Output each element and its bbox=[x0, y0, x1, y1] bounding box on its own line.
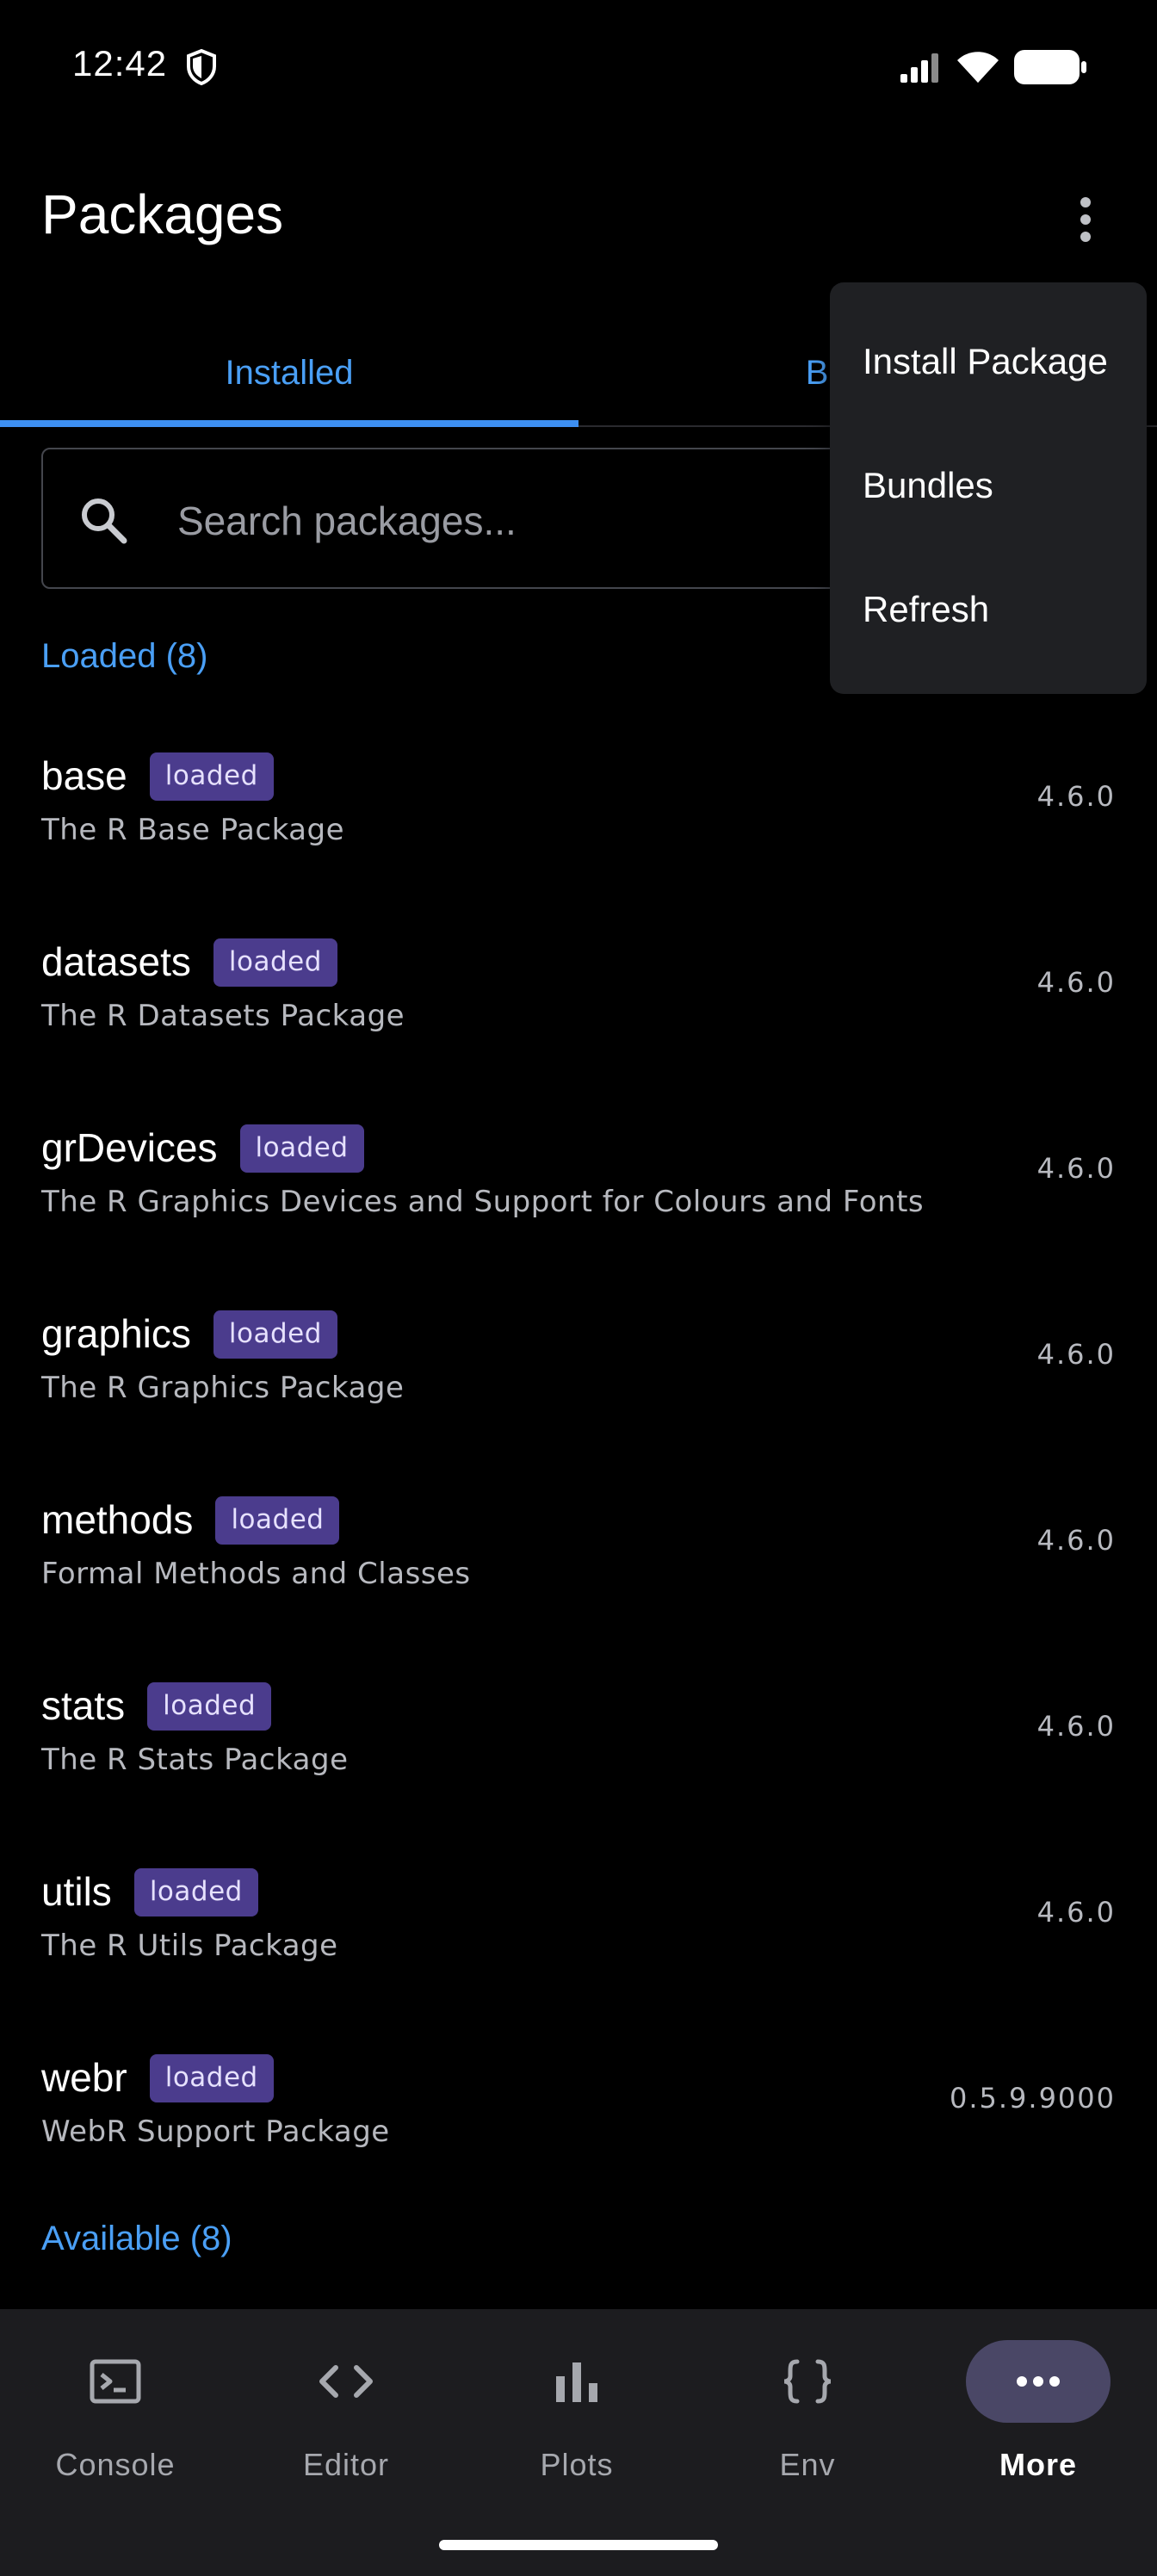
package-description: WebR Support Package bbox=[41, 2115, 390, 2149]
status-bar: 12:42 bbox=[0, 0, 1157, 138]
loaded-badge: loaded bbox=[215, 1496, 340, 1545]
package-row-webr[interactable]: webr loaded WebR Support Package 0.5.9.90… bbox=[0, 2025, 1157, 2211]
package-version: 4.6.0 bbox=[1036, 1710, 1116, 1743]
nav-item-console[interactable]: Console bbox=[0, 2340, 231, 2512]
package-row-grdevices[interactable]: grDevices loaded The R Graphics Devices a… bbox=[0, 1095, 1157, 1281]
battery-icon bbox=[1014, 50, 1086, 84]
loaded-badge: loaded bbox=[213, 1310, 337, 1359]
search-icon bbox=[82, 498, 127, 544]
menu-item-refresh[interactable]: Refresh bbox=[830, 548, 1147, 672]
package-row-base[interactable]: base loaded The R Base Package 4.6.0 bbox=[0, 723, 1157, 909]
package-version: 4.6.0 bbox=[1036, 1524, 1116, 1557]
overflow-menu-button[interactable] bbox=[1055, 189, 1116, 250]
nav-icon-container bbox=[735, 2340, 880, 2423]
bar-chart-icon bbox=[556, 2362, 597, 2402]
nav-label: Editor bbox=[302, 2447, 390, 2482]
tab-installed[interactable]: Installed bbox=[0, 320, 578, 425]
package-description: The R Base Package bbox=[41, 813, 345, 847]
package-name: utils bbox=[41, 1869, 112, 1914]
package-version: 4.6.0 bbox=[1036, 1896, 1116, 1929]
package-version: 4.6.0 bbox=[1036, 780, 1116, 813]
package-description: The R Datasets Package bbox=[41, 999, 405, 1033]
package-row-datasets[interactable]: datasets loaded The R Datasets Package 4.… bbox=[0, 909, 1157, 1095]
package-description: The R Graphics Package bbox=[41, 1371, 405, 1405]
signal-icon bbox=[900, 53, 938, 83]
status-time: 12:42 bbox=[72, 43, 168, 84]
home-indicator[interactable] bbox=[439, 2540, 718, 2550]
nav-item-env[interactable]: Env bbox=[692, 2340, 923, 2512]
more-vertical-icon bbox=[1080, 197, 1091, 242]
package-row-methods[interactable]: methods loaded Formal Methods and Classes… bbox=[0, 1467, 1157, 1653]
page-title: Packages bbox=[41, 183, 284, 245]
package-row-stats[interactable]: stats loaded The R Stats Package 4.6.0 bbox=[0, 1653, 1157, 1839]
package-version: 4.6.0 bbox=[1036, 1338, 1116, 1371]
nav-icon-container bbox=[274, 2340, 418, 2423]
loaded-badge: loaded bbox=[149, 752, 274, 801]
package-name: stats bbox=[41, 1683, 126, 1728]
package-name: grDevices bbox=[41, 1125, 218, 1170]
package-description: The R Graphics Devices and Support for C… bbox=[41, 1185, 925, 1219]
package-name: graphics bbox=[41, 1311, 191, 1356]
package-row-graphics[interactable]: graphics loaded The R Graphics Package 4.… bbox=[0, 1281, 1157, 1467]
code-icon bbox=[319, 2365, 373, 2398]
bottom-navigation: Console Editor Plots Env More bbox=[0, 2309, 1157, 2576]
overflow-menu: Install Package Bundles Refresh bbox=[830, 282, 1147, 694]
package-description: The R Utils Package bbox=[41, 1929, 338, 1963]
terminal-icon bbox=[90, 2359, 141, 2404]
section-header-available: Available (8) bbox=[41, 2220, 232, 2257]
braces-icon bbox=[783, 2359, 832, 2404]
nav-item-editor[interactable]: Editor bbox=[231, 2340, 461, 2512]
nav-label: Console bbox=[55, 2447, 176, 2482]
package-description: Formal Methods and Classes bbox=[41, 1557, 471, 1591]
nav-label: Env bbox=[779, 2447, 836, 2482]
package-row-utils[interactable]: utils loaded The R Utils Package 4.6.0 bbox=[0, 1839, 1157, 2025]
nav-icon-container bbox=[43, 2340, 188, 2423]
shield-icon bbox=[187, 48, 216, 86]
nav-icon-container bbox=[504, 2340, 649, 2423]
package-description: The R Stats Package bbox=[41, 1743, 349, 1777]
package-name: datasets bbox=[41, 939, 191, 984]
package-list: base loaded The R Base Package 4.6.0 data… bbox=[0, 723, 1157, 2211]
nav-label: More bbox=[999, 2447, 1077, 2482]
package-version: 4.6.0 bbox=[1036, 1152, 1116, 1185]
package-name: webr bbox=[41, 2055, 127, 2100]
package-name: base bbox=[41, 753, 127, 798]
loaded-badge: loaded bbox=[133, 1868, 258, 1917]
loaded-badge: loaded bbox=[239, 1124, 364, 1173]
more-horizontal-icon bbox=[1017, 2376, 1060, 2387]
loaded-badge: loaded bbox=[149, 2054, 274, 2102]
package-version: 4.6.0 bbox=[1036, 966, 1116, 999]
tab-indicator bbox=[0, 420, 578, 427]
nav-label: Plots bbox=[540, 2447, 614, 2482]
menu-item-bundles[interactable]: Bundles bbox=[830, 424, 1147, 548]
menu-item-install-package[interactable]: Install Package bbox=[830, 300, 1147, 424]
nav-item-plots[interactable]: Plots bbox=[461, 2340, 692, 2512]
loaded-badge: loaded bbox=[147, 1682, 272, 1731]
wifi-icon bbox=[957, 52, 999, 83]
nav-item-more[interactable]: More bbox=[923, 2340, 1154, 2512]
package-version: 0.5.9.9000 bbox=[949, 2082, 1116, 2115]
nav-icon-container bbox=[966, 2340, 1111, 2423]
package-name: methods bbox=[41, 1497, 194, 1542]
section-header-loaded: Loaded (8) bbox=[41, 637, 208, 675]
loaded-badge: loaded bbox=[213, 938, 337, 987]
